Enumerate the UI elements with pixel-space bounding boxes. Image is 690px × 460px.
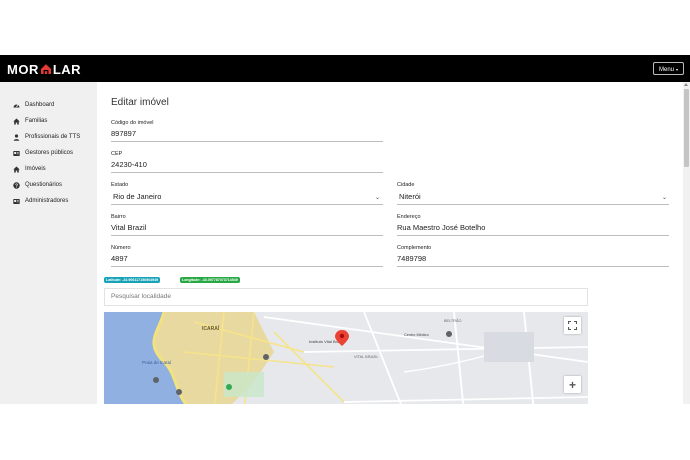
complemento-field[interactable]: 7489798 — [397, 254, 426, 263]
sidebar-item-dashboard[interactable]: Dashboard — [13, 100, 54, 110]
sidebar-item-label: Familias — [25, 118, 48, 124]
sidebar-item-imoveis[interactable]: Imóveis — [13, 164, 46, 174]
sidebar-item-label: Profissionais de TTS — [25, 134, 81, 140]
cep-label: CEP — [111, 151, 123, 157]
sidebar-item-administradores[interactable]: Administradores — [13, 196, 68, 206]
numero-label: Número — [111, 245, 131, 251]
caret-down-icon: ▾ — [676, 67, 679, 72]
bairro-label: Bairro — [111, 214, 126, 220]
app-window: MOR LAR Menu ▾ Dashboard Familias Profis… — [0, 55, 690, 404]
codigo-underline — [111, 141, 383, 142]
numero-underline — [111, 266, 383, 267]
dashboard-icon — [13, 102, 20, 109]
poi-marker — [446, 331, 452, 337]
cidade-underline — [397, 204, 669, 205]
location-search-input[interactable]: Pesquisar localidade — [104, 288, 588, 306]
cidade-select[interactable]: Niterói — [399, 192, 667, 202]
complemento-label: Complemento — [397, 245, 432, 251]
brand-text-part2: LAR — [52, 61, 82, 77]
scroll-thumb[interactable] — [684, 89, 689, 167]
estado-select[interactable]: Rio de Janeiro — [113, 192, 383, 202]
brand-logo[interactable]: MOR LAR — [7, 61, 82, 77]
poi-marker — [226, 384, 232, 390]
map-label-beltrao: BELTRÃO — [444, 318, 461, 323]
codigo-label: Código do imóvel — [111, 120, 154, 126]
sidebar-item-label: Administradores — [25, 198, 69, 204]
bairro-field[interactable]: Vital Brazil — [111, 223, 146, 232]
estado-underline — [111, 204, 383, 205]
question-icon: ? — [13, 181, 20, 189]
scroll-up-icon[interactable] — [684, 83, 688, 86]
main-content: Editar imóvel Código do imóvel 897897 CE… — [97, 82, 683, 404]
brand-house-icon — [40, 63, 52, 75]
sidebar-item-label: Gestores públicos — [25, 150, 74, 156]
map-view[interactable]: ICARAÍ Praia de Icaraí VITAL BRAZIL Inst… — [104, 312, 588, 404]
top-navbar: MOR LAR Menu ▾ — [0, 55, 690, 82]
codigo-field[interactable]: 897897 — [111, 129, 136, 138]
estado-label: Estado — [111, 182, 129, 188]
cep-field[interactable]: 24230-410 — [111, 160, 147, 169]
cep-underline — [111, 172, 383, 173]
poi-marker — [263, 354, 269, 360]
poi-marker — [153, 377, 159, 383]
longitude-badge: Longitude: -43.097787073714549 — [180, 277, 240, 283]
sidebar-item-label: Imóveis — [25, 166, 46, 172]
latitude-badge: Latitude: -22.906117156904949 — [104, 277, 161, 283]
chevron-down-icon: ⌄ — [662, 195, 668, 201]
sidebar-item-questionarios[interactable]: ? Questionários — [13, 180, 62, 190]
endereco-underline — [397, 235, 669, 236]
map-label-icarai: ICARAÍ — [202, 324, 220, 332]
fullscreen-icon[interactable] — [564, 317, 581, 334]
numero-field[interactable]: 4897 — [111, 254, 128, 263]
brand-text-part1: MOR — [7, 61, 39, 77]
svg-text:?: ? — [15, 183, 18, 189]
user-icon — [13, 133, 20, 141]
map-label-praia: Praia de Icaraí — [142, 360, 172, 365]
chevron-down-icon: ⌄ — [375, 195, 381, 201]
menu-button[interactable]: Menu ▾ — [653, 62, 684, 75]
id-card-icon — [13, 198, 20, 205]
map-label-vital: VITAL BRAZIL — [354, 355, 378, 359]
sidebar-item-gestores[interactable]: Gestores públicos — [13, 148, 73, 158]
complemento-underline — [397, 266, 669, 267]
sidebar-item-label: Dashboard — [25, 102, 55, 108]
bairro-underline — [111, 235, 383, 236]
endereco-field[interactable]: Rua Maestro José Botelho — [397, 223, 485, 232]
sidebar-item-label: Questionários — [25, 182, 63, 188]
page-scrollbar[interactable] — [683, 82, 690, 404]
id-card-icon — [13, 150, 20, 157]
sidebar: Dashboard Familias Profissionais de TTS … — [0, 82, 97, 404]
map-canvas: ICARAÍ Praia de Icaraí VITAL BRAZIL Inst… — [104, 312, 588, 404]
endereco-label: Endereço — [397, 214, 421, 220]
map-label-centro: Centro Médico — [404, 333, 429, 337]
zoom-in-button[interactable]: + — [564, 376, 581, 393]
sidebar-item-profissionais[interactable]: Profissionais de TTS — [13, 132, 80, 142]
cidade-label: Cidade — [397, 182, 415, 188]
poi-marker — [176, 389, 182, 395]
house-icon — [13, 166, 20, 173]
sidebar-item-familias[interactable]: Familias — [13, 116, 47, 126]
page-title: Editar imóvel — [111, 97, 169, 108]
home-icon — [13, 118, 20, 125]
menu-button-label: Menu — [658, 67, 674, 73]
block-area — [484, 332, 534, 362]
